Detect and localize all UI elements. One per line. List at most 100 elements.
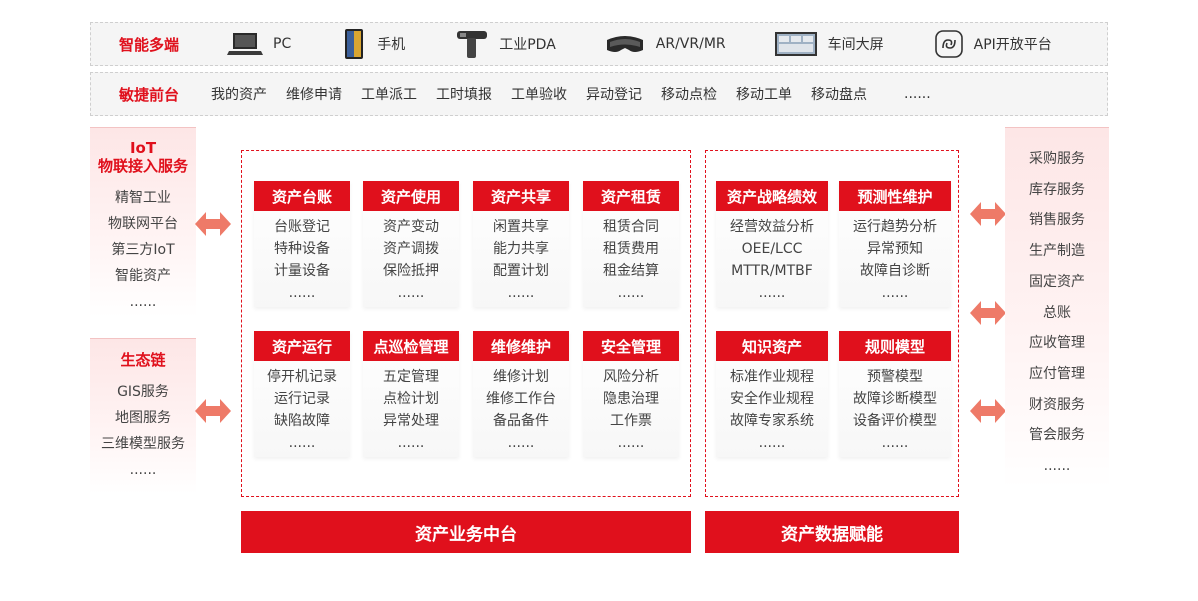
card-title: 资产运行 xyxy=(254,331,350,361)
card-line: 故障诊断模型 xyxy=(853,391,937,407)
card-maintenance: 维修维护 维修计划 维修工作台 备品备件 ...... xyxy=(473,331,569,457)
service-item: ...... xyxy=(1043,458,1071,475)
device-label: PC xyxy=(273,36,292,52)
iot-item: 第三方IoT xyxy=(111,242,175,258)
card-title: 安全管理 xyxy=(583,331,679,361)
card-asset-ledger: 资产台账 台账登记 特种设备 计量设备 ...... xyxy=(254,181,350,307)
card-line: 故障专家系统 xyxy=(730,413,814,429)
service-item: 生产制造 xyxy=(1029,243,1085,260)
card-predictive-maintenance: 预测性维护 运行趋势分析 异常预知 故障自诊断 ...... xyxy=(839,181,951,307)
frontend-title: 敏捷前台 xyxy=(118,85,179,104)
eco-title: 生态链 xyxy=(120,351,166,369)
double-arrow-icon xyxy=(970,399,1006,423)
iot-title-line1: IoT xyxy=(129,139,157,157)
device-label: AR/VR/MR xyxy=(655,36,726,52)
device-label: 工业PDA xyxy=(499,37,556,53)
iot-item: 物联网平台 xyxy=(108,216,178,232)
card-line: 运行记录 xyxy=(274,391,330,407)
service-item: 固定资产 xyxy=(1029,273,1085,290)
double-arrow-icon xyxy=(970,202,1006,226)
card-line: 经营效益分析 xyxy=(730,219,814,235)
card-title: 点巡检管理 xyxy=(363,331,459,361)
card-line: 维修工作台 xyxy=(486,391,556,407)
card-line: 特种设备 xyxy=(274,241,330,257)
card-line: OEE/LCC xyxy=(741,241,803,257)
frontend-list: 我的资产 维修申请 工单派工 工时填报 工单验收 异动登记 移动点检 移动工单 … xyxy=(207,84,1107,104)
phone-icon xyxy=(345,29,364,59)
frontend-item: 工单验收 xyxy=(511,87,567,103)
card-line: 点检计划 xyxy=(383,391,439,407)
service-item: 采购服务 xyxy=(1029,151,1085,167)
pda-scanner-icon xyxy=(457,31,488,58)
card-line: 计量设备 xyxy=(274,263,330,279)
card-line: 工作票 xyxy=(610,413,652,429)
card-title: 知识资产 xyxy=(716,331,828,361)
card-asset-leasing: 资产租赁 租赁合同 租赁费用 租金结算 ...... xyxy=(583,181,679,307)
card-line: 台账登记 xyxy=(274,219,330,235)
eco-panel: 生态链 GIS服务 地图服务 三维模型服务 ...... xyxy=(90,338,196,494)
device-phone: 手机 xyxy=(341,28,405,60)
card-line: 停开机记录 xyxy=(267,369,337,385)
card-line: 故障自诊断 xyxy=(860,263,930,279)
card-title: 资产共享 xyxy=(473,181,569,211)
frontend-item: 移动点检 xyxy=(661,87,717,103)
card-rule-model: 规则模型 预警模型 故障诊断模型 设备评价模型 ...... xyxy=(839,331,951,457)
double-arrow-icon xyxy=(195,212,231,236)
iot-title-line2: 物联接入服务 xyxy=(97,157,188,175)
service-item: 总账 xyxy=(1043,304,1071,321)
device-api: API开放平台 xyxy=(934,29,1052,59)
card-title: 规则模型 xyxy=(839,331,951,361)
card-title: 资产使用 xyxy=(363,181,459,211)
frontend-item: 异动登记 xyxy=(586,87,642,103)
frontend-item: 工单派工 xyxy=(361,87,417,103)
card-title: 预测性维护 xyxy=(839,181,951,211)
device-vr: AR/VR/MR xyxy=(604,30,726,58)
devices-bar: 智能多端 PC 手机 工业PDA AR/VR/MR 车间大屏 API开放平台 xyxy=(90,22,1108,66)
service-item: 应收管理 xyxy=(1029,335,1085,352)
frontend-item: 移动盘点 xyxy=(811,87,867,103)
eco-item: GIS服务 xyxy=(117,384,169,400)
card-line: ...... xyxy=(397,285,425,301)
device-label: 车间大屏 xyxy=(827,37,884,53)
card-line: 标准作业规程 xyxy=(730,369,814,385)
card-line: ...... xyxy=(758,285,786,301)
iot-item: ...... xyxy=(129,294,157,310)
iot-panel: IoT 物联接入服务 精智工业 物联网平台 第三方IoT 智能资产 ...... xyxy=(90,127,196,317)
service-item: 管会服务 xyxy=(1029,427,1085,444)
card-line: ...... xyxy=(758,435,786,451)
service-item: 财资服务 xyxy=(1029,396,1085,413)
iot-item: 智能资产 xyxy=(115,268,171,284)
device-label: 手机 xyxy=(377,37,406,53)
card-line: 运行趋势分析 xyxy=(853,219,937,235)
card-knowledge-asset: 知识资产 标准作业规程 安全作业规程 故障专家系统 ...... xyxy=(716,331,828,457)
card-line: 保险抵押 xyxy=(383,263,439,279)
vr-headset-icon xyxy=(606,36,643,52)
card-line: 安全作业规程 xyxy=(730,391,814,407)
card-line: MTTR/MTBF xyxy=(731,263,813,279)
service-item: 销售服务 xyxy=(1029,212,1085,229)
card-title: 资产租赁 xyxy=(583,181,679,211)
card-asset-usage: 资产使用 资产变动 资产调拨 保险抵押 ...... xyxy=(363,181,459,307)
devices-title: 智能多端 xyxy=(118,35,179,54)
frontend-item: 移动工单 xyxy=(736,87,792,103)
double-arrow-icon xyxy=(195,399,231,423)
card-line: 设备评价模型 xyxy=(853,413,937,429)
card-asset-operation: 资产运行 停开机记录 运行记录 缺陷故障 ...... xyxy=(254,331,350,457)
frontend-bar: 敏捷前台 我的资产 维修申请 工单派工 工时填报 工单验收 异动登记 移动点检 … xyxy=(90,72,1108,116)
device-label: API开放平台 xyxy=(973,37,1052,53)
device-screen: 车间大屏 xyxy=(774,30,884,58)
card-title: 资产战略绩效 xyxy=(716,181,828,211)
big-screen-icon xyxy=(774,32,817,56)
eco-item: 三维模型服务 xyxy=(101,436,185,452)
card-line: ...... xyxy=(881,285,909,301)
card-line: ...... xyxy=(397,435,425,451)
card-line: 维修计划 xyxy=(493,369,549,385)
card-strategy-performance: 资产战略绩效 经营效益分析 OEE/LCC MTTR/MTBF ...... xyxy=(716,181,828,307)
card-line: ...... xyxy=(507,285,535,301)
services-panel: 采购服务 库存服务 销售服务 生产制造 固定资产 总账 应收管理 应付管理 财资… xyxy=(1005,127,1109,489)
eco-item: ...... xyxy=(129,462,157,478)
laptop-icon xyxy=(227,33,263,55)
card-safety: 安全管理 风险分析 隐患治理 工作票 ...... xyxy=(583,331,679,457)
card-line: 风险分析 xyxy=(603,369,659,385)
card-line: 异常预知 xyxy=(867,241,923,257)
